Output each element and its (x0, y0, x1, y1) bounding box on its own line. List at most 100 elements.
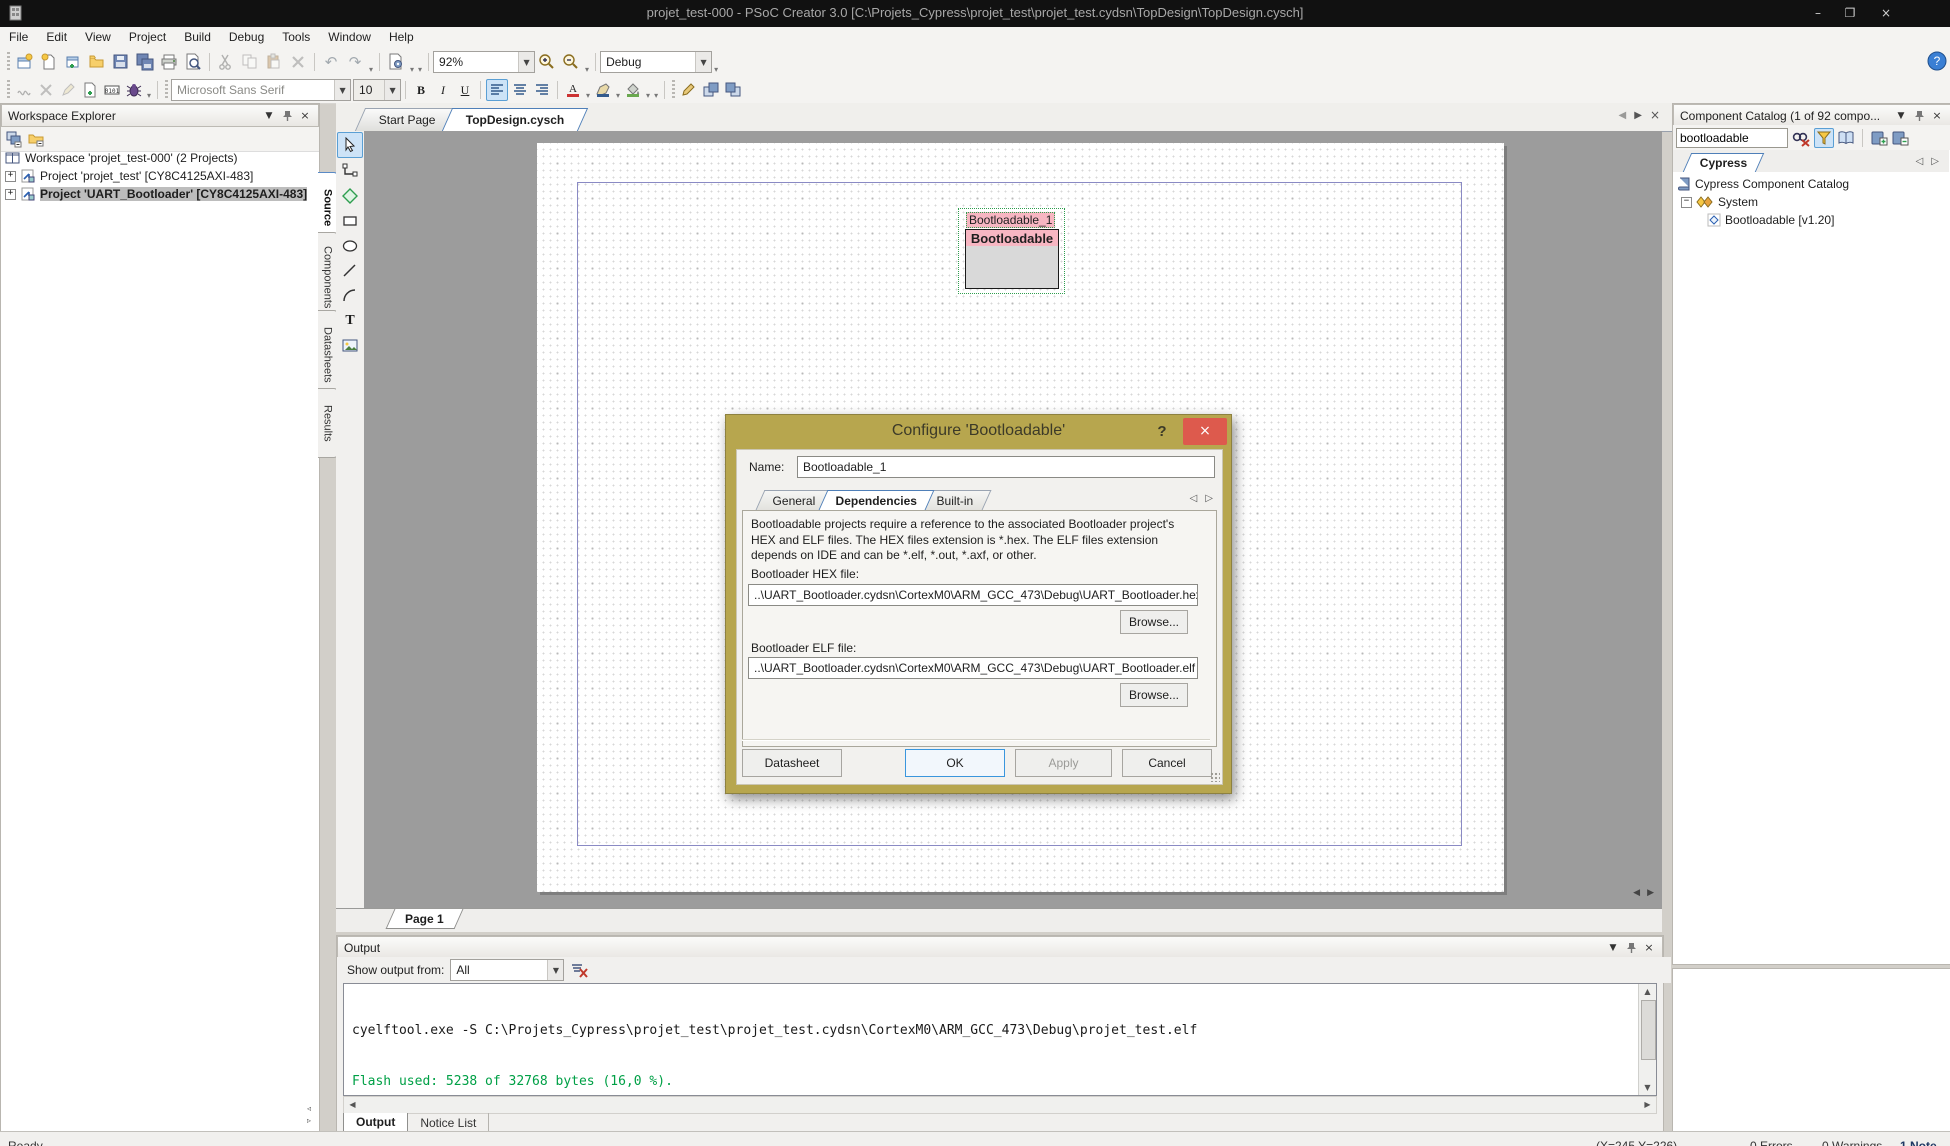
new-file-icon[interactable] (38, 51, 60, 73)
chevron-down-icon[interactable]: ▾ (616, 91, 620, 103)
generate-application-icon[interactable] (385, 51, 407, 73)
binary-chip-icon[interactable]: 0101 (102, 80, 122, 100)
component-catalog-titlebar[interactable]: Component Catalog (1 of 92 compo... ▼ × (1673, 104, 1950, 127)
chevron-down-icon[interactable]: ▼ (518, 52, 534, 72)
image-tool-icon[interactable] (338, 334, 362, 358)
font-size-combo[interactable]: 10 ▼ (353, 79, 401, 101)
splitter-arrow-icon[interactable]: ▹ (307, 1116, 311, 1125)
close-icon[interactable]: × (1642, 941, 1656, 955)
dialog-help-button[interactable]: ? (1149, 419, 1175, 445)
close-icon[interactable]: × (298, 109, 312, 123)
tab-cypress[interactable]: Cypress (1683, 153, 1765, 172)
collapse-windows-icon[interactable] (5, 130, 23, 148)
status-errors[interactable]: 0 Errors (1750, 1139, 1793, 1146)
name-input[interactable]: Bootloadable_1 (797, 456, 1215, 478)
new-project-icon[interactable] (14, 51, 36, 73)
polygon-tool-icon[interactable] (338, 184, 362, 208)
minimize-button[interactable]: – (1804, 4, 1832, 22)
add-doc-icon[interactable] (80, 80, 100, 100)
tree-item-project1[interactable]: + Project 'projet_test' [CY8C4125AXI-483… (1, 167, 319, 185)
help-circle-icon[interactable]: ? (1926, 50, 1948, 75)
menu-debug[interactable]: Debug (220, 27, 273, 47)
output-filter-combo[interactable]: All ▼ (450, 959, 564, 981)
pin-icon[interactable] (1624, 941, 1638, 955)
scroll-left-icon[interactable]: ◀ (344, 1097, 361, 1112)
hex-file-input[interactable]: ..\UART_Bootloader.cydsn\CortexM0\ARM_GC… (748, 584, 1198, 606)
clear-search-icon[interactable] (1791, 129, 1811, 147)
elf-file-input[interactable]: ..\UART_Bootloader.cydsn\CortexM0\ARM_GC… (748, 657, 1198, 679)
bold-button[interactable]: B (411, 80, 431, 100)
save-icon[interactable] (110, 51, 132, 73)
scroll-left-icon[interactable]: ◀ (1633, 888, 1640, 898)
format-painter-icon[interactable] (679, 80, 699, 100)
tab-scroll-left-icon[interactable]: ◀ (1619, 110, 1627, 121)
expand-plus-icon[interactable]: + (5, 171, 16, 182)
browse-hex-button[interactable]: Browse... (1120, 610, 1188, 634)
chevron-down-icon[interactable]: ▾ (586, 91, 590, 103)
collapse-minus-icon[interactable]: − (1681, 197, 1692, 208)
print-preview-icon[interactable] (182, 51, 204, 73)
tab-scroll-left-icon[interactable]: ◁ (1916, 156, 1924, 167)
print-icon[interactable] (158, 51, 180, 73)
chevron-down-icon[interactable]: ▼ (1606, 941, 1620, 955)
delete-icon[interactable] (287, 51, 309, 73)
chevron-down-icon[interactable]: ▼ (334, 80, 350, 100)
splitter-arrow-icon[interactable]: ◃ (307, 1104, 311, 1113)
scroll-right-icon[interactable]: ▶ (1647, 888, 1654, 898)
component-instance-label[interactable]: Bootloadable_1 (966, 212, 1055, 228)
catalog-search-input[interactable] (1676, 128, 1788, 148)
resize-grip[interactable] (1210, 772, 1220, 782)
delete-wire-icon[interactable] (36, 80, 56, 100)
add-to-project-icon[interactable] (62, 51, 84, 73)
chevron-down-icon[interactable]: ▼ (262, 109, 276, 123)
tab-results[interactable]: Results (318, 388, 338, 458)
rectangle-tool-icon[interactable] (338, 209, 362, 233)
generate-dropdown-icon[interactable]: ▾ (410, 65, 414, 77)
font-color-icon[interactable]: A (563, 80, 583, 100)
tree-item-workspace[interactable]: Workspace 'projet_test-000' (2 Projects) (1, 149, 319, 167)
toolbar-overflow-icon[interactable]: ▾ (418, 65, 422, 77)
pin-icon[interactable] (1912, 109, 1926, 123)
scroll-down-icon[interactable]: ▼ (1639, 1080, 1656, 1095)
italic-button[interactable]: I (433, 80, 453, 100)
tab-dependencies[interactable]: Dependencies (818, 490, 934, 510)
menu-file[interactable]: File (0, 27, 37, 47)
menu-build[interactable]: Build (175, 27, 220, 47)
redo-icon[interactable]: ↷ (344, 51, 366, 73)
toolbar-overflow-icon[interactable]: ▾ (147, 91, 151, 103)
tab-close-icon[interactable]: × (1650, 110, 1660, 121)
status-warnings[interactable]: 0 Warnings (1822, 1139, 1882, 1146)
workspace-explorer-titlebar[interactable]: Workspace Explorer ▼ × (1, 104, 319, 127)
output-console[interactable]: cyelftool.exe -S C:\Projets_Cypress\proj… (343, 983, 1657, 1096)
cut-icon[interactable] (215, 51, 237, 73)
tab-scroll-right-icon[interactable]: ▷ (1205, 493, 1213, 504)
copy-icon[interactable] (239, 51, 261, 73)
apply-button[interactable]: Apply (1015, 749, 1112, 777)
debug-config-combo[interactable]: Debug ▼ (600, 51, 712, 73)
close-button[interactable]: × (1872, 4, 1900, 22)
align-center-icon[interactable] (510, 80, 530, 100)
menu-project[interactable]: Project (120, 27, 175, 47)
maximize-button[interactable]: ❐ (1836, 4, 1864, 22)
ok-button[interactable]: OK (905, 749, 1005, 777)
arc-tool-icon[interactable] (338, 284, 362, 308)
undo-icon[interactable]: ↶ (320, 51, 342, 73)
zoom-combo[interactable]: 92% ▼ (433, 51, 535, 73)
collapse-folders-icon[interactable] (27, 130, 45, 148)
tab-notice-list[interactable]: Notice List (408, 1113, 489, 1132)
pin-icon[interactable] (280, 109, 294, 123)
text-tool-icon[interactable]: T (338, 309, 362, 333)
ellipse-tool-icon[interactable] (338, 234, 362, 258)
scroll-up-icon[interactable]: ▲ (1639, 984, 1656, 999)
toolbar-overflow-icon[interactable]: ▾ (714, 65, 718, 77)
menu-view[interactable]: View (76, 27, 120, 47)
tab-output[interactable]: Output (343, 1113, 408, 1132)
tab-datasheets[interactable]: Datasheets (318, 310, 338, 400)
horizontal-scrollbar[interactable]: ◀ ▶ (343, 1096, 1657, 1114)
toolbar-overflow-icon[interactable]: ▾ (585, 65, 589, 77)
menu-edit[interactable]: Edit (37, 27, 76, 47)
zoom-in-icon[interactable] (536, 51, 558, 73)
expand-all-icon[interactable] (1870, 130, 1888, 146)
wire-tool-icon[interactable] (338, 159, 362, 183)
menu-window[interactable]: Window (319, 27, 380, 47)
